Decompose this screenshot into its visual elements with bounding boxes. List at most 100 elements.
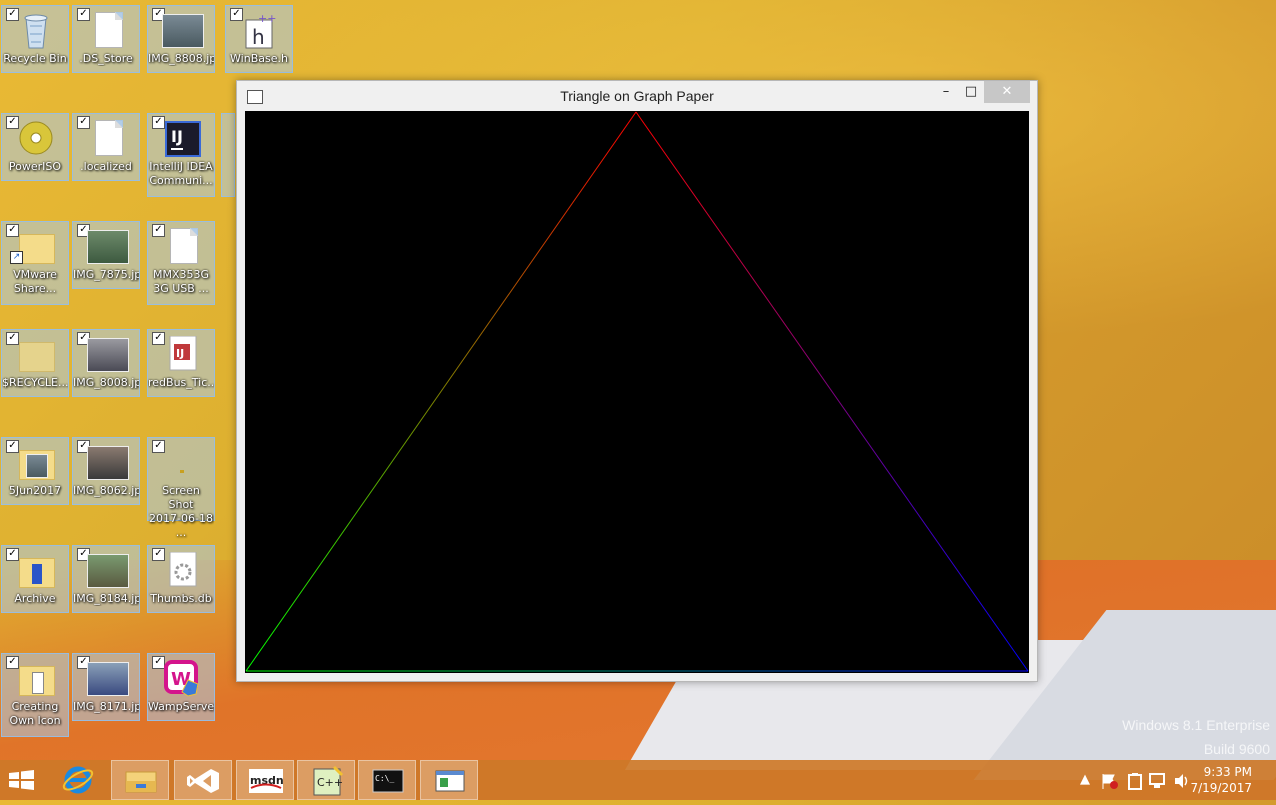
desktop-icon-poweriso[interactable]: ✓ PowerISO	[1, 113, 69, 181]
windows-build-watermark: Build 9600	[1203, 741, 1270, 757]
photo-thumbnail-icon	[87, 228, 129, 266]
desktop-icon-img-8808[interactable]: ✓ IMG_8808.jpg	[147, 5, 215, 73]
desktop-icon-creating-own-icon[interactable]: ✓ Creating Own Icon	[1, 653, 69, 737]
icon-label: IntelliJ IDEA Communi...	[149, 160, 213, 187]
msdn-icon: msdn	[249, 769, 284, 793]
desktop-icon-thumbs-db[interactable]: ✓ Thumbs.db	[147, 545, 215, 613]
icon-label: IMG_7875.jpg	[73, 268, 139, 281]
icon-label: IMG_8808.jpg	[148, 52, 214, 65]
photo-thumbnail-icon	[87, 660, 129, 698]
icon-label: WampServer	[148, 700, 214, 713]
window-titlebar[interactable]: Triangle on Graph Paper – □ ✕	[237, 81, 1037, 111]
msdn-button[interactable]: msdn	[236, 760, 294, 800]
desktop-icon-wampserver[interactable]: ✓ W WampServer	[147, 653, 215, 721]
folder-icon	[16, 336, 56, 374]
cpp-editor-button[interactable]: C++	[297, 760, 355, 800]
icon-label: Recycle Bin	[3, 52, 67, 65]
desktop-icon-img-8184[interactable]: ✓ IMG_8184.jpg	[72, 545, 140, 613]
desktop-icon-screenshot[interactable]: ✓ Screen Shot 2017-06-18 ...	[147, 437, 215, 539]
image-file-icon	[162, 444, 202, 482]
icon-label: Screen Shot 2017-06-18 ...	[149, 484, 213, 539]
desktop-icon-img-8171[interactable]: ✓ IMG_8171.jpg	[72, 653, 140, 721]
svg-text:IJ: IJ	[176, 347, 184, 360]
cpp-editor-icon: C++	[313, 765, 343, 796]
taskbar: msdn C++ C:\_ ▲ 9:33 PM 7/19/2017	[0, 760, 1276, 800]
icon-label: MMX353G 3G USB ...	[152, 268, 210, 295]
desktop-icon-redbus[interactable]: ✓ IJ redBus_Tic...	[147, 329, 215, 397]
icon-label: Archive	[14, 592, 56, 605]
folder-icon	[16, 660, 56, 698]
intellij-icon: IJ	[165, 121, 201, 157]
photo-thumbnail-icon	[87, 552, 129, 590]
clock-date: 7/19/2017	[1190, 781, 1252, 795]
icon-label: VMware Share...	[13, 268, 57, 295]
folder-icon: ↗	[10, 228, 56, 266]
svg-text:++: ++	[258, 12, 276, 25]
file-icon	[87, 120, 127, 158]
action-center-flag-icon[interactable]	[1100, 772, 1120, 790]
icon-label: redBus_Tic...	[148, 376, 214, 389]
desktop-icon-img-7875[interactable]: ✓ IMG_7875.jpg	[72, 221, 140, 289]
window-title: Triangle on Graph Paper	[560, 88, 714, 104]
icon-label: Thumbs.db	[150, 592, 212, 605]
volume-icon[interactable]	[1172, 771, 1192, 791]
desktop-icon-ds-store[interactable]: ✓ .DS_Store	[72, 5, 140, 73]
file-icon	[162, 228, 202, 266]
network-icon[interactable]	[1148, 771, 1168, 791]
taskbar-clock[interactable]: 9:33 PM 7/19/2017	[1190, 764, 1252, 796]
desktop-icon-winbase[interactable]: ✓ h ++ WinBase.h	[225, 5, 293, 73]
desktop-icon-mmx353g[interactable]: ✓ MMX353G 3G USB ...	[147, 221, 215, 305]
internet-explorer-button[interactable]	[48, 760, 106, 800]
command-prompt-icon: C:\_	[372, 769, 404, 793]
disc-icon	[19, 121, 53, 155]
visual-studio-icon	[187, 769, 219, 793]
opengl-window-button[interactable]	[420, 760, 478, 800]
folder-icon	[16, 552, 56, 590]
desktop-icon-img-8008[interactable]: ✓ IMG_8008.jpg	[72, 329, 140, 397]
triangle-right-edge	[635, 111, 1029, 672]
opengl-window-icon	[435, 770, 465, 792]
cmd-label: C:\_	[375, 774, 394, 783]
triangle-left-edge	[245, 111, 637, 672]
desktop-icon-partial[interactable]	[221, 113, 235, 197]
icon-label: WinBase.h	[230, 52, 288, 65]
desktop-icon-vmware-shared[interactable]: ✓ ↗ VMware Share...	[1, 221, 69, 305]
svg-text:C++: C++	[317, 776, 343, 789]
desktop-icon-5jun2017[interactable]: ✓ 5Jun2017	[1, 437, 69, 505]
icon-label: IMG_8171.jpg	[73, 700, 139, 713]
desktop-icon-intellij[interactable]: ✓ IJ IntelliJ IDEA Communi...	[147, 113, 215, 197]
icon-label: IMG_8184.jpg	[73, 592, 139, 605]
close-button[interactable]: ✕	[984, 81, 1030, 103]
svg-text:IJ: IJ	[171, 127, 183, 146]
svg-text:h: h	[252, 25, 265, 49]
desktop-icon-recycle-folder[interactable]: ✓ $RECYCLE....	[1, 329, 69, 397]
file-explorer-button[interactable]	[111, 760, 169, 800]
show-hidden-icons-chevron-icon[interactable]: ▲	[1080, 760, 1090, 800]
opengl-canvas[interactable]	[245, 111, 1029, 673]
maximize-button[interactable]: □	[956, 81, 986, 103]
windows-edition-watermark: Windows 8.1 Enterprise	[1122, 717, 1270, 733]
desktop-icon-recycle-bin[interactable]: ✓ Recycle Bin	[1, 5, 69, 73]
triangle-drawing	[245, 111, 1029, 672]
command-prompt-button[interactable]: C:\_	[358, 760, 416, 800]
icon-label: IMG_8008.jpg	[73, 376, 139, 389]
photo-thumbnail-icon	[87, 444, 129, 482]
power-icon[interactable]	[1125, 771, 1145, 791]
icon-label: PowerISO	[8, 160, 62, 173]
recycle-bin-icon	[24, 14, 48, 49]
gear-file-icon	[169, 552, 197, 587]
icon-label: 5Jun2017	[8, 484, 62, 497]
desktop-icon-img-8062[interactable]: ✓ IMG_8062.jpg	[72, 437, 140, 505]
wampserver-icon: W	[164, 660, 199, 697]
desktop-icon-archive[interactable]: ✓ Archive	[1, 545, 69, 613]
desktop-icon-localized[interactable]: ✓ .localized	[72, 113, 140, 181]
intellij-file-icon: IJ	[169, 336, 197, 371]
internet-explorer-icon	[62, 766, 94, 794]
icon-label: Creating Own Icon	[9, 700, 61, 727]
visual-studio-button[interactable]	[174, 760, 232, 800]
icon-label: .DS_Store	[79, 52, 133, 65]
icon-label: $RECYCLE....	[2, 376, 68, 389]
icon-label: .localized	[80, 160, 132, 173]
folder-icon	[16, 444, 56, 482]
icon-label: IMG_8062.jpg	[73, 484, 139, 497]
